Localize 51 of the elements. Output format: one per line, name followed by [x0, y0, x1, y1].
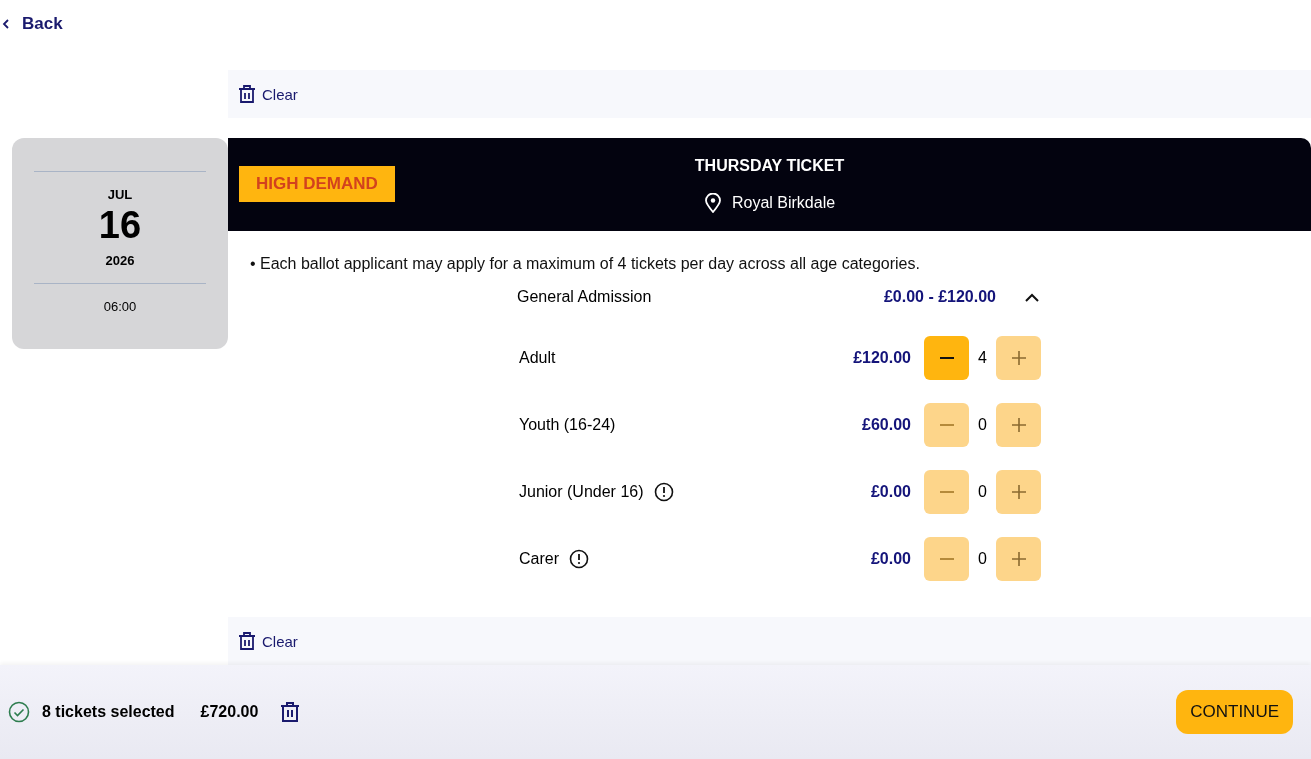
collapse-toggle[interactable]: [1025, 292, 1041, 302]
continue-button[interactable]: CONTINUE: [1176, 690, 1293, 734]
minus-icon: [939, 491, 954, 493]
date-month: JUL: [107, 187, 133, 202]
clear-button[interactable]: Clear: [238, 631, 298, 651]
ticket-type: Adult: [519, 349, 556, 367]
ticket-count: 0: [977, 483, 988, 501]
clear-button[interactable]: Clear: [238, 84, 298, 104]
ticket-type: Carer: [519, 550, 559, 568]
ticket-count: 0: [977, 550, 988, 568]
ticket-price: £120.00: [853, 349, 911, 367]
total-price: £720.00: [200, 703, 259, 721]
minus-icon: [939, 558, 954, 560]
location-pin-icon: [703, 192, 722, 213]
venue-name: Royal Birkdale: [731, 193, 836, 212]
demand-badge: HIGH DEMAND: [239, 166, 395, 202]
info-icon[interactable]: [569, 549, 589, 569]
trash-icon: [238, 631, 256, 651]
trash-icon: [238, 84, 256, 104]
minus-icon: [939, 424, 954, 426]
clear-all-button[interactable]: [280, 701, 301, 723]
plus-icon: [1011, 552, 1026, 566]
price-range: £0.00 - £120.00: [883, 288, 996, 306]
ticket-count: 4: [977, 349, 988, 367]
date-day: 16: [98, 204, 142, 247]
increase-button[interactable]: [996, 470, 1041, 514]
check-circle-icon: [8, 701, 30, 723]
ticket-type: Youth (16-24): [519, 416, 616, 434]
ticket-limit-note: • Each ballot applicant may apply for a maximum of 4 tickets per day across all age categories.: [250, 255, 921, 273]
minus-icon: [939, 357, 954, 359]
trash-icon: [280, 701, 301, 723]
plus-icon: [1011, 418, 1026, 432]
category-name: General Admission: [517, 288, 653, 306]
back-link[interactable]: Back: [2, 13, 63, 34]
tickets-selected: 8 tickets selected: [42, 703, 175, 721]
plus-icon: [1011, 485, 1026, 499]
plus-icon: [1011, 351, 1026, 365]
ticket-count: 0: [977, 416, 988, 434]
ticket-price: £60.00: [862, 416, 911, 434]
increase-button[interactable]: [996, 403, 1041, 447]
chevron-up-icon: [1025, 292, 1039, 302]
info-icon[interactable]: [653, 482, 674, 502]
date-time: 06:00: [103, 299, 137, 314]
date-year: 2026: [105, 253, 135, 268]
ticket-price: £0.00: [870, 550, 911, 568]
ticket-type: Junior (Under 16): [519, 483, 644, 501]
increase-button[interactable]: [996, 336, 1041, 380]
increase-button[interactable]: [996, 537, 1041, 581]
ticket-title: THURSDAY TICKET: [694, 156, 845, 175]
chevron-left-icon: [2, 17, 10, 30]
ticket-price: £0.00: [870, 483, 911, 501]
